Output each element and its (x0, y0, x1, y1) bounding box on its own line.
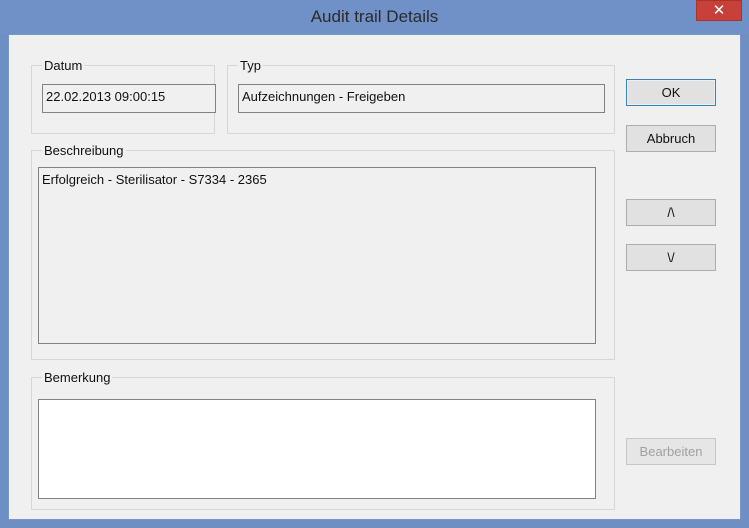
chevron-up-icon: /\ (667, 205, 675, 220)
title-bar[interactable]: Audit trail Details ✕ (0, 0, 749, 34)
chevron-down-icon: \/ (667, 250, 675, 265)
window-title: Audit trail Details (310, 7, 439, 26)
beschreibung-label: Beschreibung (44, 143, 124, 158)
bearbeiten-button[interactable]: Bearbeiten (626, 438, 716, 465)
datum-label: Datum (44, 58, 83, 73)
bemerkung-label: Bemerkung (44, 370, 111, 385)
datum-field: 22.02.2013 09:00:15 (42, 84, 216, 113)
ok-button[interactable]: OK (626, 79, 716, 106)
close-button[interactable]: ✕ (696, 0, 742, 21)
typ-label: Typ (240, 58, 261, 73)
beschreibung-field[interactable]: Erfolgreich - Sterilisator - S7334 - 236… (38, 167, 596, 344)
bemerkung-field[interactable] (38, 399, 596, 499)
abbruch-button[interactable]: Abbruch (626, 125, 716, 152)
bearbeiten-button-label: Bearbeiten (639, 444, 703, 459)
audit-trail-details-window: Audit trail Details ✕ Datum 22.02.2013 0… (0, 0, 749, 528)
typ-field: Aufzeichnungen - Freigeben (238, 84, 605, 113)
abbruch-button-label: Abbruch (646, 131, 696, 146)
dialog-client-area: Datum 22.02.2013 09:00:15 Typ Aufzeichnu… (8, 34, 741, 520)
down-button[interactable]: \/ (626, 244, 716, 271)
close-icon: ✕ (712, 2, 726, 19)
ok-button-label: OK (661, 85, 681, 100)
up-button[interactable]: /\ (626, 199, 716, 226)
